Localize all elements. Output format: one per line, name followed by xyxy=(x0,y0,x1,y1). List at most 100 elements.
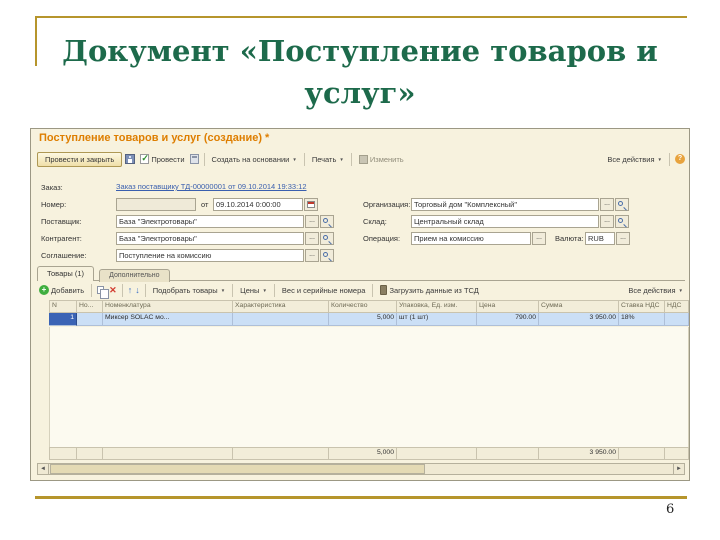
move-down-icon[interactable]: ↓ xyxy=(135,285,140,295)
tsd-device-icon xyxy=(380,285,388,295)
toolbar-separator xyxy=(350,152,352,166)
toolbar-separator xyxy=(669,152,670,166)
slide-title-line1: Документ «Поступление товаров и xyxy=(62,34,658,68)
order-label: Заказ: xyxy=(41,183,63,192)
scroll-left-icon[interactable]: ◄ xyxy=(38,464,49,474)
calculator-icon[interactable] xyxy=(189,154,199,164)
edit-button[interactable]: Изменить xyxy=(357,154,406,165)
pick-goods-button[interactable]: Подобрать товары ▼ xyxy=(151,285,227,296)
organization-label: Организация: xyxy=(363,200,411,209)
currency-input[interactable]: RUB xyxy=(585,232,615,245)
counterparty-input[interactable]: База "Электротовары" xyxy=(116,232,304,245)
col-header-nomenclature: Номенклатура xyxy=(103,300,233,313)
supplier-input[interactable]: База "Электротовары" xyxy=(116,215,304,228)
toolbar-separator xyxy=(303,152,305,166)
slide-title: Документ «Поступление товаров и услуг» xyxy=(0,30,720,114)
print-button[interactable]: Печать ▼ xyxy=(310,154,346,165)
no-cell[interactable] xyxy=(77,313,103,326)
col-header-quantity: Количество xyxy=(329,300,397,313)
tab-goods[interactable]: Товары (1) xyxy=(37,266,95,281)
toolbar-separator xyxy=(144,283,146,297)
table-totals: 5,000 3 950.00 xyxy=(49,447,689,460)
document-window: Поступление товаров и услуг (создание) *… xyxy=(30,128,690,481)
agreement-input[interactable]: Поступление на комиссию xyxy=(116,249,304,262)
all-actions-button[interactable]: Все действия ▼ xyxy=(605,154,664,165)
table-toolbar: + Добавить ✕ ↑ ↓ Подобрать товары ▼ Цены… xyxy=(37,281,685,299)
operation-label: Операция: xyxy=(363,234,401,243)
operation-select-button[interactable]: ... xyxy=(532,232,546,245)
goods-table: N Но... Номенклатура Характеристика Коли… xyxy=(49,300,689,326)
vat-cell[interactable] xyxy=(665,313,689,326)
package-cell[interactable]: шт (1 шт) xyxy=(397,313,477,326)
load-tsd-button[interactable]: Загрузить данные из ТСД xyxy=(378,284,480,296)
agreement-search-icon[interactable] xyxy=(320,249,334,262)
scrollbar-thumb[interactable] xyxy=(50,464,425,474)
prices-button[interactable]: Цены ▼ xyxy=(238,285,269,296)
slide-bottom-rule xyxy=(35,496,687,499)
table-all-actions-button[interactable]: Все действия ▼ xyxy=(626,285,685,296)
warehouse-input[interactable]: Центральный склад xyxy=(411,215,599,228)
supplier-search-icon[interactable] xyxy=(320,215,334,228)
table-header-row: N Но... Номенклатура Характеристика Коли… xyxy=(49,300,689,313)
number-input[interactable] xyxy=(116,198,196,211)
toolbar-separator xyxy=(203,152,205,166)
order-link[interactable]: Заказ поставщику ТД-00000001 от 09.10.20… xyxy=(116,182,307,191)
agreement-label: Соглашение: xyxy=(41,251,87,260)
counterparty-select-button[interactable]: ... xyxy=(305,232,319,245)
sum-cell[interactable]: 3 950.00 xyxy=(539,313,619,326)
main-toolbar: Провести и закрыть Провести Создать на о… xyxy=(37,150,685,168)
vat-rate-cell[interactable]: 18% xyxy=(619,313,665,326)
help-icon[interactable]: ? xyxy=(675,154,685,164)
chevron-down-icon: ▼ xyxy=(220,287,226,293)
characteristic-cell[interactable] xyxy=(233,313,329,326)
total-sum: 3 950.00 xyxy=(539,447,619,460)
save-icon[interactable] xyxy=(125,154,136,164)
supplier-select-button[interactable]: ... xyxy=(305,215,319,228)
currency-select-button[interactable]: ... xyxy=(616,232,630,245)
organization-input[interactable]: Торговый дом "Комплексный" xyxy=(411,198,599,211)
col-header-n: N xyxy=(49,300,77,313)
col-header-characteristic: Характеристика xyxy=(233,300,329,313)
chevron-down-icon: ▼ xyxy=(657,156,662,162)
chevron-down-icon: ▼ xyxy=(292,156,297,162)
col-header-no: Но... xyxy=(77,300,103,313)
quantity-cell[interactable]: 5,000 xyxy=(329,313,397,326)
post-button[interactable]: Провести xyxy=(138,153,186,165)
add-row-button[interactable]: + Добавить xyxy=(37,284,86,296)
weight-serial-button[interactable]: Вес и серийные номера xyxy=(280,285,368,296)
col-header-vat: НДС xyxy=(665,300,689,313)
horizontal-scrollbar[interactable]: ◄ ► xyxy=(37,463,685,475)
row-number-cell[interactable]: 1 xyxy=(49,313,77,326)
total-quantity: 5,000 xyxy=(329,447,397,460)
agreement-select-button[interactable]: ... xyxy=(305,249,319,262)
scroll-right-icon[interactable]: ► xyxy=(673,464,684,474)
table-empty-area xyxy=(49,327,689,447)
create-based-on-button[interactable]: Создать на основании ▼ xyxy=(210,154,299,165)
post-and-close-button[interactable]: Провести и закрыть xyxy=(37,151,123,167)
col-header-price: Цена xyxy=(477,300,539,313)
price-cell[interactable]: 790.00 xyxy=(477,313,539,326)
counterparty-search-icon[interactable] xyxy=(320,232,334,245)
organization-search-icon[interactable] xyxy=(615,198,629,211)
organization-select-button[interactable]: ... xyxy=(600,198,614,211)
col-header-package: Упаковка, Ед. изм. xyxy=(397,300,477,313)
toolbar-separator xyxy=(232,283,234,297)
calendar-icon[interactable] xyxy=(304,198,318,211)
table-row[interactable]: 1 Миксер SOLAC мо... 5,000 шт (1 шт) 790… xyxy=(49,313,689,326)
move-up-icon[interactable]: ↑ xyxy=(128,285,133,295)
page-number: 6 xyxy=(666,502,675,517)
warehouse-select-button[interactable]: ... xyxy=(600,215,614,228)
window-title: Поступление товаров и услуг (создание) * xyxy=(39,132,270,144)
chevron-down-icon: ▼ xyxy=(339,156,344,162)
operation-input[interactable]: Прием на комиссию xyxy=(411,232,531,245)
date-input[interactable]: 09.10.2014 0:00:00 xyxy=(213,198,303,211)
chevron-down-icon: ▼ xyxy=(262,287,267,293)
delete-row-icon[interactable]: ✕ xyxy=(109,285,117,295)
copy-row-icon[interactable] xyxy=(97,286,110,299)
warehouse-search-icon[interactable] xyxy=(615,215,629,228)
nomenclature-cell[interactable]: Миксер SOLAC мо... xyxy=(103,313,233,326)
toolbar-separator xyxy=(121,283,123,297)
slide-title-line2: услуг» xyxy=(304,76,416,110)
col-header-sum: Сумма xyxy=(539,300,619,313)
add-icon: + xyxy=(39,285,49,295)
